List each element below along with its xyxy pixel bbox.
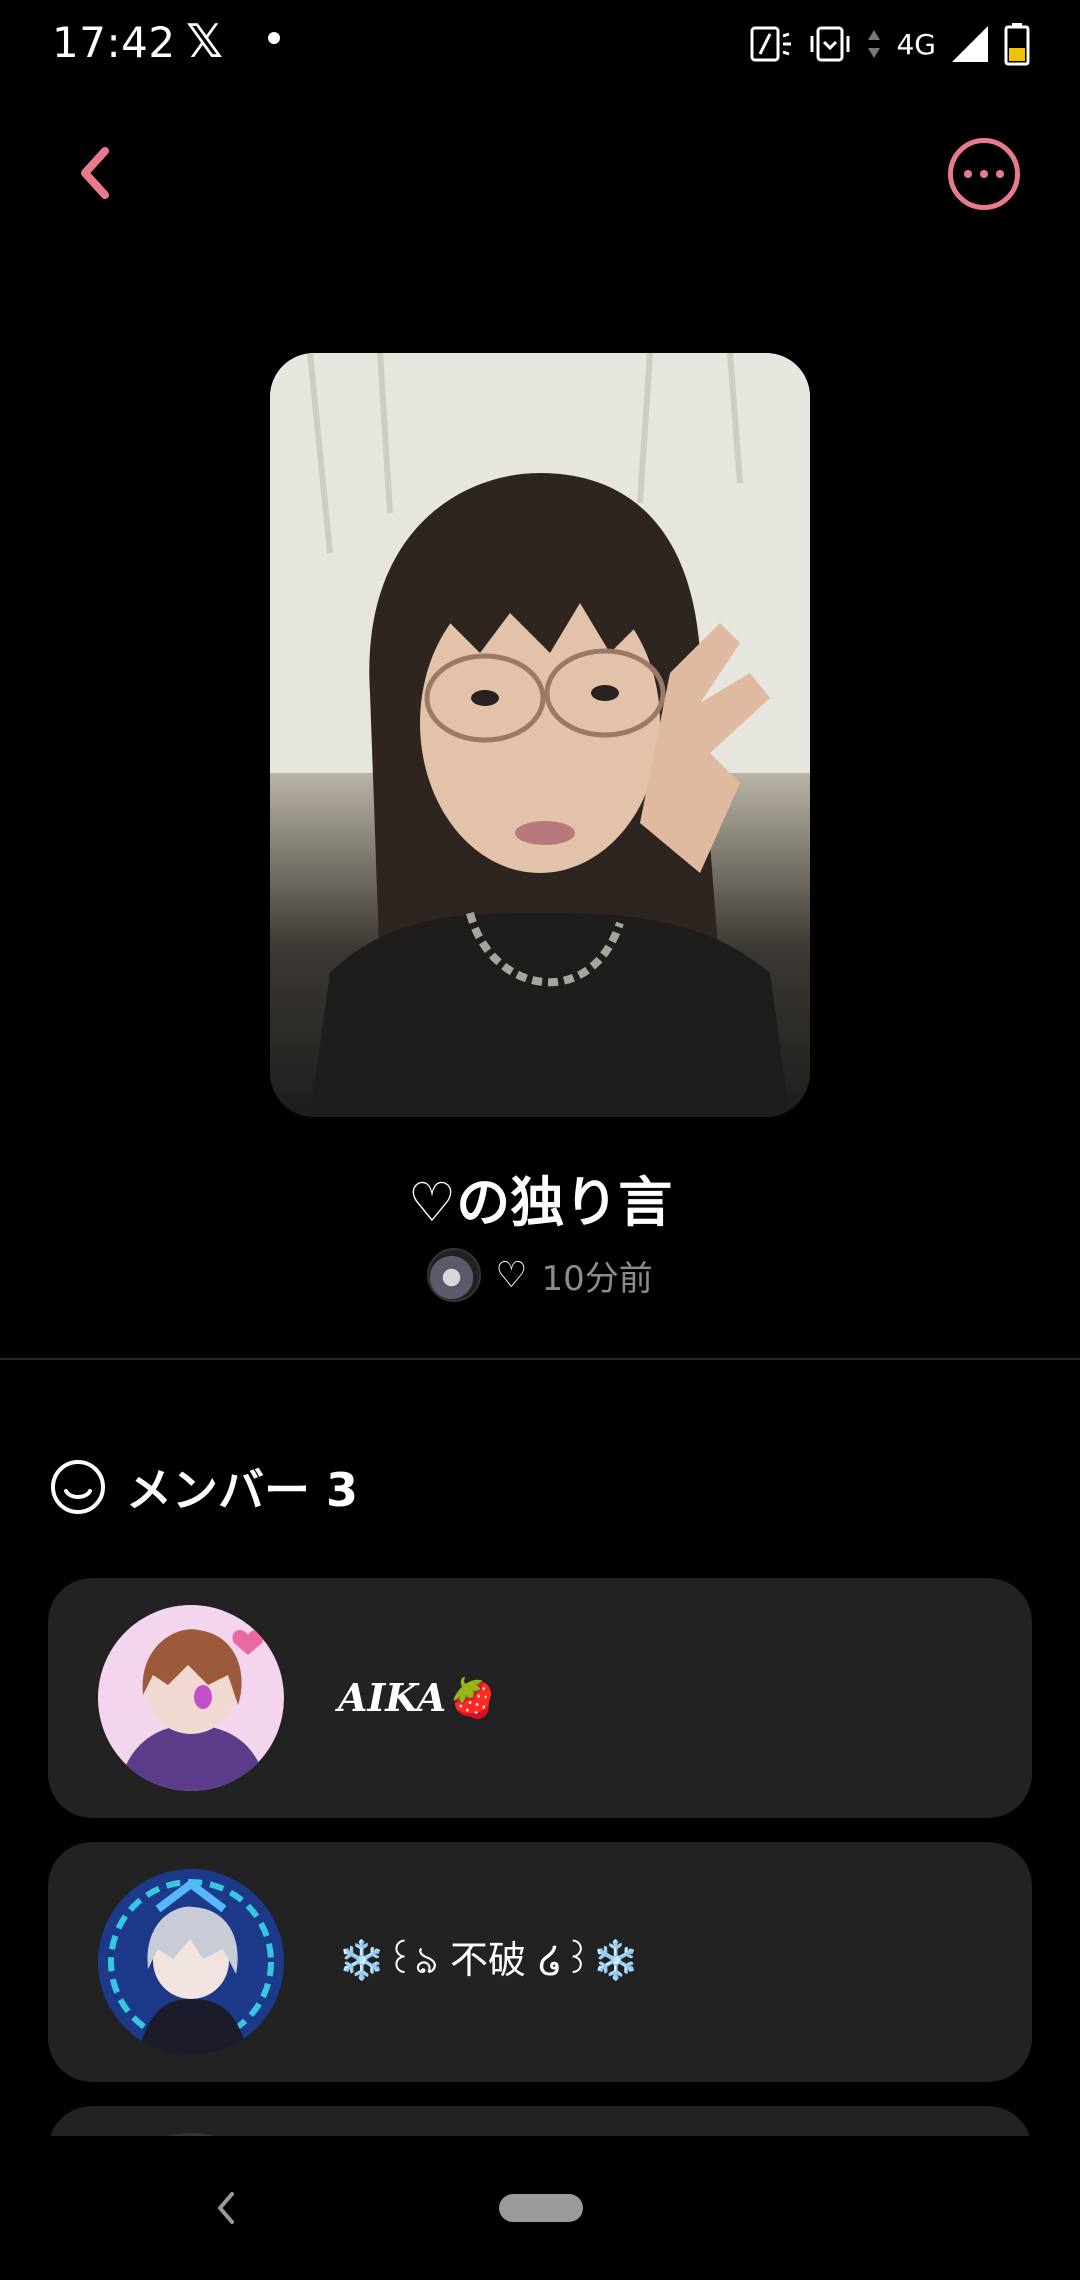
nav-back-icon	[218, 2192, 234, 2224]
member-avatar	[98, 2133, 284, 2136]
room-cover-photo[interactable]	[270, 353, 810, 1117]
status-bar: 17:42 𝕏 4G	[0, 0, 1080, 90]
members-header: メンバー 3	[50, 1455, 358, 1519]
members-title: メンバー 3	[126, 1463, 359, 1517]
more-dot	[980, 170, 988, 178]
vibrate-icon	[810, 26, 850, 62]
nfc-icon	[750, 26, 792, 62]
cover-illustration	[270, 353, 810, 1117]
room-title: ♡の独り言	[407, 1171, 673, 1234]
more-dot	[964, 170, 972, 178]
more-options-button[interactable]	[948, 138, 1020, 210]
member-avatar	[98, 1605, 284, 1791]
network-type: 4G	[896, 27, 936, 61]
member-name: AIKA🍓	[338, 1675, 494, 1720]
notification-dot-icon	[268, 32, 280, 44]
battery-icon	[1004, 23, 1030, 66]
member-card[interactable]: ❄️꒰ঌ 不破 ໒꒱❄️	[48, 1842, 1032, 2082]
member-card[interactable]: AIKA🍓	[48, 1578, 1032, 1818]
data-arrows-icon	[868, 30, 881, 58]
status-time: 17:42	[52, 18, 176, 67]
chevron-left-icon	[81, 147, 109, 199]
status-icons: 4G	[750, 22, 1030, 66]
member-card[interactable]	[48, 2106, 1032, 2136]
section-divider	[0, 1358, 1080, 1360]
signal-icon	[952, 26, 988, 62]
member-avatar	[98, 1869, 284, 2055]
member-list[interactable]: AIKA🍓 ❄️꒰ঌ 不破 ໒꒱❄️	[0, 1578, 1080, 2136]
more-dot	[996, 170, 1004, 178]
back-button[interactable]	[60, 138, 130, 208]
system-home-pill[interactable]	[499, 2194, 583, 2222]
room-meta: ♡ 10分前	[0, 1248, 1080, 1302]
post-time: 10分前	[541, 1258, 653, 1299]
member-avatar-image	[98, 1869, 284, 2055]
member-avatar-image	[98, 1605, 284, 1791]
x-app-icon: 𝕏	[186, 14, 224, 68]
owner-name[interactable]: ♡	[495, 1255, 527, 1296]
smile-icon	[51, 1460, 105, 1514]
member-name: ❄️꒰ঌ 不破 ໒꒱❄️	[338, 1938, 640, 1982]
system-back-button[interactable]	[206, 2188, 246, 2228]
owner-avatar[interactable]	[427, 1248, 482, 1302]
